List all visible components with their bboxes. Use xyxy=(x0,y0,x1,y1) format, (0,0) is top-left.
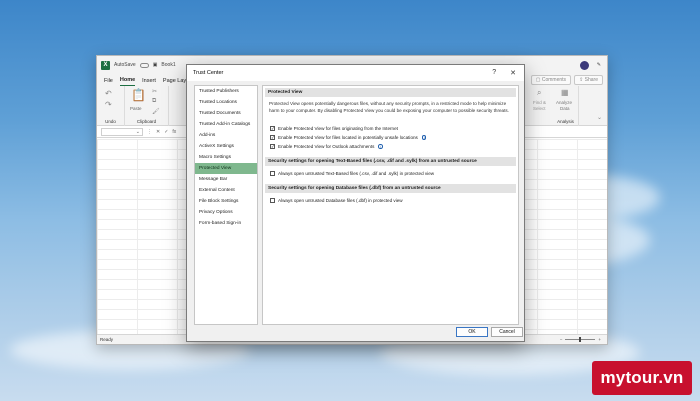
protected-view-description: Protected View opens potentially dangero… xyxy=(269,101,509,113)
nav-item-add-ins[interactable]: Add-ins xyxy=(195,130,257,141)
undo-group: ↶ ↷ Undo xyxy=(97,86,125,126)
autosave-toggle[interactable] xyxy=(139,62,149,68)
checkbox-internet-files[interactable]: ✓ xyxy=(270,126,275,131)
nav-item-macro-settings[interactable]: Macro Settings xyxy=(195,152,257,163)
comments-label: Comments xyxy=(541,77,567,83)
dialog-title: Trust Center xyxy=(193,70,224,76)
nav-item-external-content[interactable]: External Content xyxy=(195,185,257,196)
copy-icon[interactable]: ⧉ xyxy=(152,98,156,105)
undo-icon[interactable]: ↶ xyxy=(105,89,112,98)
info-icon[interactable]: i xyxy=(421,135,427,140)
protected-view-panel: Protected View Protected View opens pote… xyxy=(262,85,519,325)
find-icon[interactable]: ⌕ xyxy=(537,88,541,98)
close-icon[interactable]: ✕ xyxy=(510,69,516,77)
workbook-title: Book1 xyxy=(161,62,176,68)
analyze-label: Analyze xyxy=(556,100,573,105)
option-label: Enable Protected View for files originat… xyxy=(278,126,398,131)
trust-center-dialog: Trust Center ? ✕ Trusted Publishers Trus… xyxy=(186,64,525,342)
share-button[interactable]: ⇪ Share xyxy=(574,75,603,85)
checkbox-database-files[interactable] xyxy=(270,198,275,203)
option-text-based-files[interactable]: Always open untrusted Text-Based files (… xyxy=(270,171,434,176)
excel-logo-icon: X xyxy=(101,60,110,70)
avatar[interactable] xyxy=(579,60,589,70)
info-icon[interactable]: i xyxy=(378,144,383,149)
zoom-control: − + xyxy=(560,337,607,342)
nav-item-file-block-settings[interactable]: File Block Settings xyxy=(195,196,257,207)
nav-item-message-bar[interactable]: Message Bar xyxy=(195,174,257,185)
save-icon[interactable]: ▣ xyxy=(153,62,158,68)
fx-label[interactable]: fx xyxy=(172,129,176,135)
section-heading-text-based: Security settings for opening Text-Based… xyxy=(265,157,516,166)
nav-item-activex-settings[interactable]: ActiveX Settings xyxy=(195,141,257,152)
cut-icon[interactable]: ✂ xyxy=(152,88,157,95)
cancel-button[interactable]: Cancel xyxy=(491,327,523,337)
option-database-files[interactable]: Always open untrusted Database files (.d… xyxy=(270,198,403,203)
find-select-group: ⌕ Find & Select xyxy=(533,86,553,126)
analyze-data-icon[interactable]: ▦ xyxy=(561,88,569,97)
section-heading-protected-view: Protected View xyxy=(265,88,516,97)
analysis-group-label: Analysis xyxy=(557,119,574,124)
nav-item-protected-view[interactable]: Protected View xyxy=(195,163,257,174)
option-internet-files[interactable]: ✓ Enable Protected View for files origin… xyxy=(270,126,398,131)
undo-group-label: Undo xyxy=(105,119,116,124)
dialog-title-bar: Trust Center ? ✕ xyxy=(187,65,524,81)
formula-menu-icon[interactable]: ⋮ xyxy=(147,129,152,135)
tab-file[interactable]: File xyxy=(104,78,113,86)
redo-icon[interactable]: ↷ xyxy=(105,100,112,109)
section-heading-database: Security settings for opening Database f… xyxy=(265,184,516,193)
tab-insert[interactable]: Insert xyxy=(142,78,156,86)
format-painter-icon[interactable]: 🖌 xyxy=(152,108,160,115)
watermark-logo: mytour.vn xyxy=(592,361,692,395)
pen-icon[interactable]: ✎ xyxy=(597,62,601,68)
name-box[interactable]: ⌄ xyxy=(101,127,143,136)
zoom-thumb[interactable] xyxy=(579,337,582,342)
zoom-in-icon[interactable]: + xyxy=(598,337,601,342)
watermark-text: mytour.vn xyxy=(600,368,684,387)
nav-item-trusted-documents[interactable]: Trusted Documents xyxy=(195,108,257,119)
option-outlook-attachments[interactable]: ✓ Enable Protected View for Outlook atta… xyxy=(270,144,383,149)
enter-formula-icon[interactable]: ✓ xyxy=(164,129,168,135)
nav-item-form-based-sign-in[interactable]: Form-based Sign-in xyxy=(195,218,257,229)
comments-button[interactable]: ▢ Comments xyxy=(530,75,572,85)
share-label: Share xyxy=(584,77,598,83)
nav-item-trusted-publishers[interactable]: Trusted Publishers xyxy=(195,86,257,97)
analysis-group: ▦ Analyze Data Analysis xyxy=(553,86,579,126)
nav-item-trusted-add-in-catalogs[interactable]: Trusted Add-in Catalogs xyxy=(195,119,257,130)
tab-page-layout[interactable]: Page Lay xyxy=(163,78,186,86)
select-label: Select xyxy=(533,106,546,111)
cancel-formula-icon[interactable]: ✕ xyxy=(156,129,160,135)
zoom-out-icon[interactable]: − xyxy=(560,337,563,342)
paste-icon[interactable]: 📋 xyxy=(131,88,146,102)
autosave-label: AutoSave xyxy=(114,62,136,68)
collapse-ribbon-icon[interactable]: ⌄ xyxy=(597,114,602,121)
help-icon[interactable]: ? xyxy=(492,69,496,77)
option-label: Enable Protected View for files located … xyxy=(278,135,418,140)
trust-center-nav: Trusted Publishers Trusted Locations Tru… xyxy=(194,85,258,325)
status-text: Ready xyxy=(100,337,114,342)
ok-button[interactable]: OK xyxy=(456,327,488,337)
paste-label: Paste xyxy=(130,106,142,111)
zoom-slider[interactable] xyxy=(565,337,596,342)
option-label: Always open untrusted Database files (.d… xyxy=(278,198,403,203)
nav-item-privacy-options[interactable]: Privacy Options xyxy=(195,207,257,218)
nav-item-trusted-locations[interactable]: Trusted Locations xyxy=(195,97,257,108)
checkbox-unsafe-locations[interactable]: ✓ xyxy=(270,135,275,140)
tab-home[interactable]: Home xyxy=(119,77,136,86)
option-unsafe-locations[interactable]: ✓ Enable Protected View for files locate… xyxy=(270,135,427,140)
clipboard-group-label: Clipboard xyxy=(136,119,157,124)
option-label: Enable Protected View for Outlook attach… xyxy=(278,144,375,149)
clipboard-group: 📋 Paste ✂ ⧉ 🖌 Clipboard xyxy=(125,86,169,126)
option-label: Always open untrusted Text-Based files (… xyxy=(278,171,435,176)
data-label: Data xyxy=(560,106,570,111)
find-label: Find & xyxy=(533,100,547,105)
checkbox-text-based-files[interactable] xyxy=(270,171,275,176)
checkbox-outlook-attachments[interactable]: ✓ xyxy=(270,144,275,149)
